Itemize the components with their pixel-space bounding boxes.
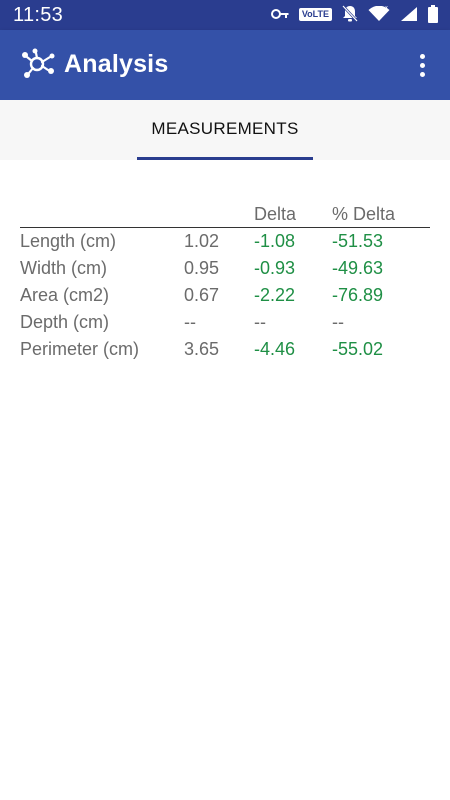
status-icons: VoLTE x bbox=[270, 5, 438, 23]
app-bar: Analysis bbox=[0, 30, 450, 100]
header-delta: Delta bbox=[254, 204, 297, 224]
row-pct-delta: -55.02 bbox=[332, 339, 384, 359]
row-delta: -- bbox=[254, 312, 266, 332]
row-value: 3.65 bbox=[184, 339, 220, 359]
row-delta: -2.22 bbox=[254, 285, 296, 305]
row-value: 1.02 bbox=[184, 231, 220, 251]
row-delta: -1.08 bbox=[254, 231, 296, 251]
table-row: Depth (cm) -- -- -- bbox=[20, 309, 430, 336]
row-value: 0.95 bbox=[184, 258, 220, 278]
status-time: 11:53 bbox=[13, 4, 64, 26]
row-value: -- bbox=[184, 312, 196, 332]
tab-label: MEASUREMENTS bbox=[151, 119, 299, 138]
row-pct-delta: -51.53 bbox=[332, 231, 384, 251]
tab-indicator bbox=[137, 157, 313, 160]
row-label: Width (cm) bbox=[20, 258, 107, 278]
app-title: Analysis bbox=[64, 50, 169, 78]
row-label: Area (cm2) bbox=[20, 285, 110, 305]
table-header: Delta % Delta bbox=[20, 200, 430, 228]
row-label: Depth (cm) bbox=[20, 312, 110, 332]
table-row: Width (cm) 0.95 -0.93 -49.63 bbox=[20, 255, 430, 282]
row-label: Perimeter (cm) bbox=[20, 339, 140, 359]
volte-icon: VoLTE bbox=[298, 7, 332, 21]
bell-off-icon bbox=[342, 5, 358, 22]
tab-measurements[interactable]: MEASUREMENTS bbox=[137, 100, 313, 160]
table-row: Perimeter (cm) 3.65 -4.46 -55.02 bbox=[20, 336, 430, 363]
signal-icon bbox=[401, 7, 417, 21]
battery-icon bbox=[428, 5, 438, 23]
row-value: 0.67 bbox=[184, 285, 220, 305]
overflow-menu-icon[interactable] bbox=[410, 50, 434, 80]
measurements-table: Delta % Delta Length (cm) 1.02 -1.08 -51… bbox=[20, 200, 430, 363]
row-pct-delta: -- bbox=[332, 312, 344, 332]
status-bar: 11:53 VoLTE x bbox=[0, 0, 450, 30]
row-delta: -0.93 bbox=[254, 258, 296, 278]
key-icon bbox=[270, 9, 289, 19]
table-row: Length (cm) 1.02 -1.08 -51.53 bbox=[20, 228, 430, 255]
row-pct-delta: -49.63 bbox=[332, 258, 384, 278]
tab-strip: MEASUREMENTS bbox=[0, 100, 450, 160]
row-label: Length (cm) bbox=[20, 231, 117, 251]
wifi-icon: x bbox=[368, 6, 390, 21]
header-pct-delta: % Delta bbox=[332, 204, 396, 224]
table-row: Area (cm2) 0.67 -2.22 -76.89 bbox=[20, 282, 430, 309]
svg-text:x: x bbox=[385, 6, 388, 11]
row-delta: -4.46 bbox=[254, 339, 296, 359]
app-logo-icon bbox=[22, 48, 55, 78]
row-pct-delta: -76.89 bbox=[332, 285, 384, 305]
